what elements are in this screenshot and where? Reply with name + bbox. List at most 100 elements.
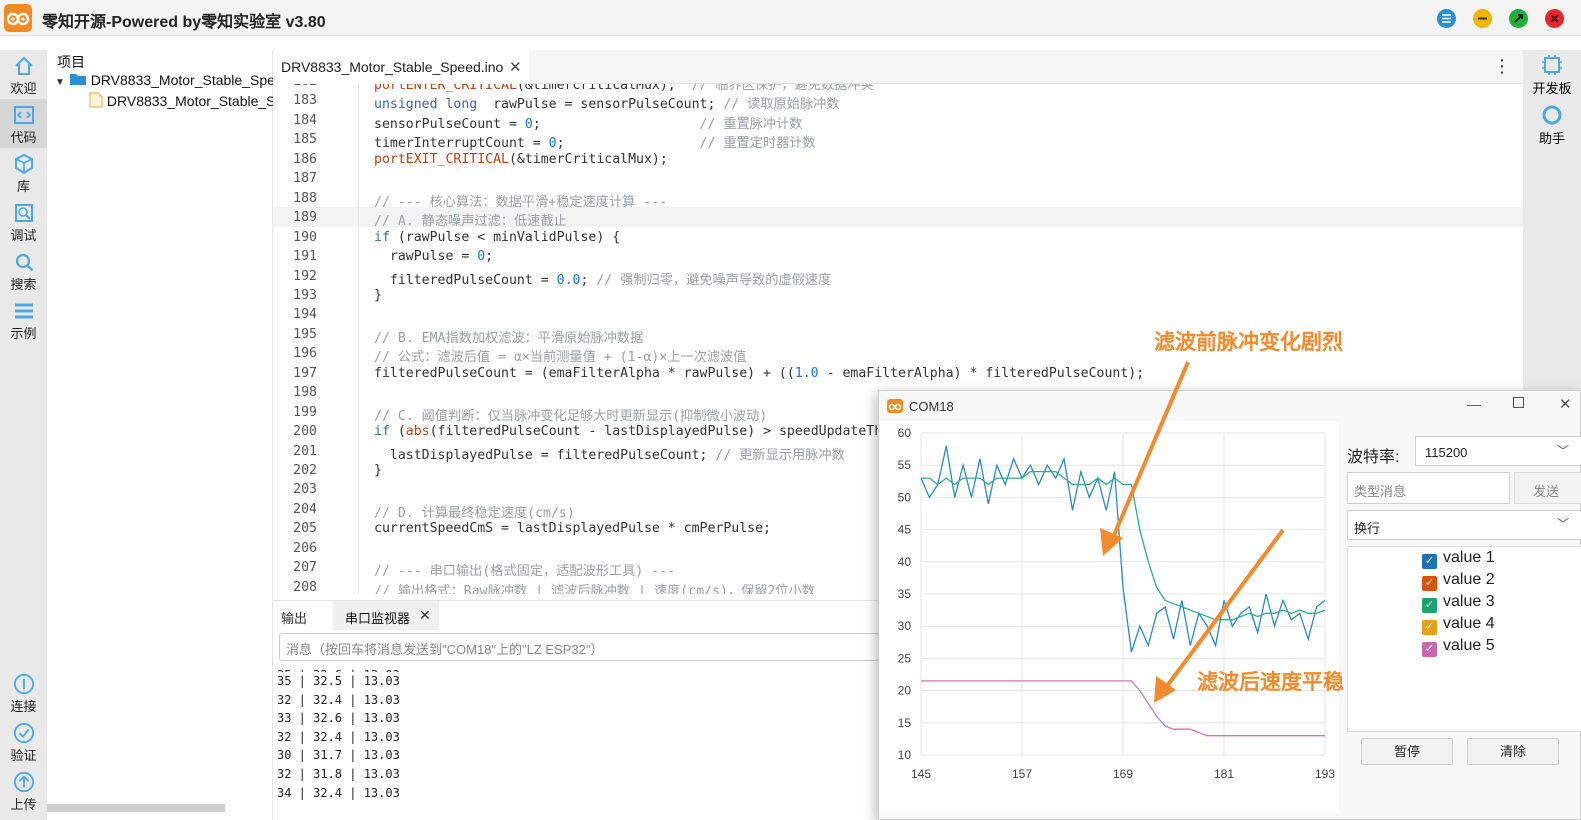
tree-project-node[interactable]: ▼ DRV8833_Motor_Stable_Spe bbox=[55, 72, 273, 88]
serial-plotter-window: COM18 — ✕ 10 15 20 25 30 35 40 45 50 55 60 145 157 16… bbox=[878, 390, 1581, 820]
line-number: 192 bbox=[293, 268, 317, 284]
tab-close-icon[interactable]: ✕ bbox=[419, 607, 431, 624]
sidebar-label-library: 库 bbox=[16, 179, 30, 194]
sidebar-item-examples[interactable]: 示例 bbox=[0, 295, 47, 344]
plotter-title: COM18 bbox=[909, 399, 954, 414]
line-number: 193 bbox=[293, 287, 317, 303]
sidebar-label-code: 代码 bbox=[10, 130, 37, 145]
tree-scrollbar[interactable] bbox=[47, 804, 225, 812]
serial-line: 35 | 32.5 | 13.03 bbox=[277, 674, 400, 688]
code-line: portEXIT_CRITICAL(&timerCriticalMux); bbox=[374, 151, 668, 167]
legend-item-value-2[interactable]: ✓ value 2 bbox=[1422, 571, 1495, 593]
menu-icon[interactable] bbox=[1437, 9, 1456, 28]
tree-file-node[interactable]: DRV8833_Motor_Stable_S bbox=[89, 92, 273, 109]
y-tick-label: 35 bbox=[898, 587, 912, 601]
x-tick-label: 193 bbox=[1315, 767, 1335, 781]
plotter-message-input[interactable]: 类型消息 bbox=[1347, 472, 1510, 504]
sidebar-label-board: 开发板 bbox=[1532, 81, 1572, 96]
sidebar-item-code[interactable]: 代码 bbox=[0, 99, 47, 148]
tree-project-label: DRV8833_Motor_Stable_Spe bbox=[90, 72, 273, 88]
line-number: 186 bbox=[293, 151, 317, 167]
line-number: 188 bbox=[293, 190, 317, 206]
checkbox-checked-icon[interactable]: ✓ bbox=[1422, 554, 1437, 569]
sidebar-item-connect[interactable]: 连接 bbox=[0, 668, 47, 717]
serial-line: 34 | 32.4 | 13.03 bbox=[277, 785, 400, 800]
line-number: 191 bbox=[293, 249, 317, 265]
examples-icon bbox=[14, 303, 33, 319]
send-button[interactable]: 发送 bbox=[1514, 472, 1581, 504]
baud-rate-select[interactable]: 115200 ﹀ bbox=[1415, 436, 1581, 466]
checkbox-checked-icon[interactable]: ✓ bbox=[1422, 598, 1437, 613]
close-icon[interactable] bbox=[1545, 9, 1564, 28]
serial-line: 32 | 32.4 | 13.03 bbox=[277, 729, 400, 744]
maximize-icon[interactable] bbox=[1509, 9, 1528, 28]
code-line: // 输出格式：Raw脉冲数 | 滤波后脉冲数 | 速度(cm/s)，保留2位小… bbox=[374, 583, 815, 594]
line-number: 183 bbox=[293, 93, 317, 109]
sidebar-item-library[interactable]: 库 bbox=[0, 148, 47, 197]
sidebar-item-upload[interactable]: 上传 bbox=[0, 766, 47, 815]
line-ending-select[interactable]: 换行 ﹀ bbox=[1347, 510, 1581, 540]
code-line: if (abs(filteredPulseCount - lastDisplay… bbox=[374, 424, 962, 440]
window-title: 零知开源-Powered by零知实验室 v3.80 bbox=[42, 14, 326, 31]
line-number: 190 bbox=[293, 229, 317, 245]
more-menu-icon[interactable]: ⋮ bbox=[1493, 56, 1511, 77]
sidebar-item-welcome[interactable]: 欢迎 bbox=[0, 50, 47, 99]
code-line: rawPulse = 0; bbox=[374, 249, 494, 265]
plotter-close-icon[interactable]: ✕ bbox=[1559, 395, 1572, 413]
line-ending-value: 换行 bbox=[1354, 521, 1381, 536]
sidebar-item-verify[interactable]: 验证 bbox=[0, 717, 47, 766]
minimize-icon[interactable] bbox=[1473, 9, 1492, 28]
line-number: 187 bbox=[293, 171, 317, 187]
debug-icon bbox=[14, 204, 33, 222]
line-number: 194 bbox=[293, 307, 317, 323]
annotation-after: 滤波后速度平稳 bbox=[1197, 671, 1344, 694]
verify-icon bbox=[13, 722, 34, 744]
checkbox-checked-icon[interactable]: ✓ bbox=[1422, 620, 1437, 635]
sidebar-item-search[interactable]: 搜索 bbox=[0, 246, 47, 295]
serial-line: 32 | 32.4 | 13.03 bbox=[277, 692, 400, 707]
line-number: 199 bbox=[293, 404, 317, 420]
line-number: 200 bbox=[293, 424, 317, 440]
serial-line: 32 | 31.8 | 13.03 bbox=[277, 766, 400, 781]
code-icon bbox=[13, 106, 34, 124]
clear-button[interactable]: 清除 bbox=[1467, 738, 1559, 765]
legend-item-value-4[interactable]: ✓ value 4 bbox=[1422, 615, 1495, 637]
y-tick-label: 55 bbox=[898, 458, 912, 472]
tab-output[interactable]: 输出 bbox=[281, 608, 307, 627]
sidebar-item-assistant[interactable]: 助手 bbox=[1523, 104, 1581, 147]
tab-close-icon[interactable]: ✕ bbox=[509, 58, 522, 76]
y-tick-label: 40 bbox=[898, 555, 912, 569]
indent-guide bbox=[358, 84, 359, 594]
pause-button[interactable]: 暂停 bbox=[1361, 738, 1453, 765]
legend-item-value-3[interactable]: ✓ value 3 bbox=[1422, 593, 1495, 615]
editor-tab[interactable]: DRV8833_Motor_Stable_Speed.ino ✕ bbox=[273, 50, 529, 84]
code-line: sensorPulseCount = 0; // 重置脉冲计数 bbox=[374, 116, 803, 132]
serial-line: 30 | 31.7 | 13.03 bbox=[277, 748, 400, 763]
expand-arrow-icon: ▼ bbox=[55, 77, 65, 88]
sidebar-label-welcome: 欢迎 bbox=[10, 81, 37, 96]
legend-item-value-5[interactable]: ✓ value 5 bbox=[1422, 637, 1495, 659]
code-line: // --- 串口输出(格式固定，适配波形工具) --- bbox=[374, 564, 676, 580]
legend-item-value-1[interactable]: ✓ value 1 bbox=[1422, 549, 1495, 571]
file-icon bbox=[89, 92, 103, 108]
checkbox-checked-icon[interactable]: ✓ bbox=[1422, 576, 1437, 591]
sidebar-label-debug: 调试 bbox=[10, 228, 37, 243]
checkbox-checked-icon[interactable]: ✓ bbox=[1422, 642, 1437, 657]
code-line: filteredPulseCount = (emaFilterAlpha * r… bbox=[374, 365, 1145, 381]
code-line: // B. EMA指数加权滤波：平滑原始脉冲数据 bbox=[374, 330, 644, 346]
line-number: 207 bbox=[293, 560, 317, 576]
line-number: 195 bbox=[293, 326, 317, 342]
legend-label: value 4 bbox=[1443, 615, 1495, 632]
tree-header: 项目 bbox=[57, 54, 85, 70]
line-number: 196 bbox=[293, 346, 317, 362]
upload-icon bbox=[13, 771, 34, 793]
serial-message-input[interactable]: 消息（按回车将消息发送到"COM18"上的"LZ ESP32"） bbox=[279, 633, 879, 661]
plotter-maximize-icon[interactable] bbox=[1513, 397, 1524, 408]
plotter-minimize-icon[interactable]: — bbox=[1467, 396, 1481, 412]
app-logo-icon bbox=[887, 399, 903, 413]
sidebar-label-assistant: 助手 bbox=[1538, 131, 1565, 146]
chevron-down-icon: ﹀ bbox=[1557, 517, 1570, 531]
sidebar-label-upload: 上传 bbox=[10, 797, 37, 812]
sidebar-item-board[interactable]: 开发板 bbox=[1523, 54, 1581, 97]
sidebar-item-debug[interactable]: 调试 bbox=[0, 197, 47, 246]
